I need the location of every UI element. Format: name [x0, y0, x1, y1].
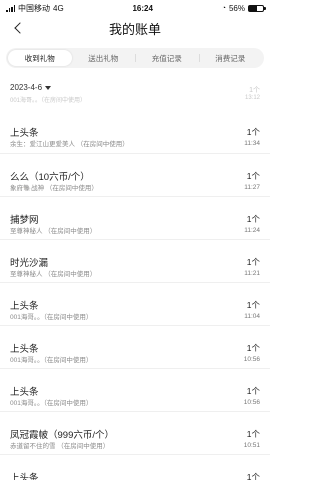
gift-sender: 001海哥。。（在房间中使用） [10, 357, 93, 364]
gift-time: 10:56 [243, 399, 260, 406]
record-list: 上头条 余生：爱江山更爱美人 （在房间中使用） 1个 11:34 么么（10六币… [0, 110, 270, 480]
battery-percent: 56% [228, 3, 245, 13]
alarm-icon: ◔ [221, 4, 226, 12]
gift-time: 11:27 [244, 184, 260, 191]
caret-down-icon [45, 85, 52, 90]
gift-count: 1个 [246, 343, 260, 353]
tab-recharge-records[interactable]: 充值记录 [135, 50, 199, 66]
gift-count: 1个 [246, 300, 260, 310]
gift-time: 11:21 [244, 270, 260, 277]
battery-icon [247, 4, 266, 12]
gift-time: 10:56 [243, 356, 260, 363]
gift-count: 1个 [246, 214, 260, 224]
record-row: 捕梦网 至尊神秘人 （在房间中使用） 1个 11:24 [0, 196, 270, 239]
gift-count: 1个 [246, 257, 260, 267]
chevron-left-icon [14, 22, 26, 34]
gift-name: 上头条 [10, 473, 39, 480]
gift-count: 1个 [246, 127, 260, 137]
record-row: 上头条 001海哥。。（在房间中使用） 1个 10:56 [0, 325, 270, 368]
carrier-label: 中国移动 [18, 3, 50, 13]
gift-count: 1个 [246, 171, 260, 181]
gift-count: 1个 [246, 386, 260, 396]
clock: 16:24 [132, 3, 153, 13]
gift-name: 上头条 [10, 301, 39, 312]
ghost-record-sub: 001海哥。。（在房间中使用） [10, 98, 87, 104]
tab-sent-gifts[interactable]: 送出礼物 [72, 50, 136, 66]
gift-name: 时光沙漏 [10, 258, 49, 269]
date-picker-label: 2023-4-6 [10, 83, 43, 92]
record-row: 上头条 001海哥。。（在房间中使用） 1个 10:56 [0, 368, 270, 411]
record-row: 上头条 余生：爱江山更爱美人 （在房间中使用） 1个 11:34 [0, 110, 270, 153]
status-right: ◔ 56% [221, 3, 266, 13]
gift-name: 上头条 [10, 128, 39, 139]
signal-icon [6, 5, 15, 12]
gift-name: 上头条 [10, 344, 39, 355]
gift-sender: 象府🐘战神 （在房间中使用） [10, 185, 98, 192]
record-row: 时光沙漏 至尊神秘人 （在房间中使用） 1个 11:21 [0, 239, 270, 282]
ghost-record-time: 13:12 [244, 95, 260, 101]
record-row: 么么（10六币/个） 象府🐘战神 （在房间中使用） 1个 11:27 [0, 153, 270, 196]
page-title: 我的账单 [108, 21, 161, 37]
record-row: 上头条 1个 [0, 454, 270, 480]
gift-sender: 至尊神秘人 （在房间中使用） [10, 228, 97, 235]
gift-count: 1个 [246, 472, 260, 480]
status-bar: 中国移动 4G 16:24 ◔ 56% [0, 0, 270, 16]
gift-name: 捕梦网 [10, 215, 39, 226]
gift-time: 11:24 [244, 227, 260, 234]
gift-sender: 余生：爱江山更爱美人 （在房间中使用） [10, 141, 129, 148]
battery-fill [248, 5, 257, 11]
gift-time: 10:51 [243, 442, 260, 449]
gift-sender: 001海哥。。（在房间中使用） [10, 400, 93, 407]
gift-sender: 至尊神秘人 （在房间中使用） [10, 271, 97, 278]
date-filter-row: 001海哥。。（在房间中使用） 1个 13:12 2023-4-6 [0, 80, 270, 104]
record-row: 上头条 001海哥。。（在房间中使用） 1个 11:04 [0, 282, 270, 325]
ghost-record-count: 1个 [249, 87, 260, 94]
tab-received-gifts[interactable]: 收到礼物 [8, 50, 72, 66]
gift-name: 凤冠霞帔（999六币/个） [10, 430, 114, 441]
tab-bar: 收到礼物 送出礼物 充值记录 消费记录 [6, 48, 264, 68]
gift-name: 上头条 [10, 387, 39, 398]
tab-consumption-records[interactable]: 消费记录 [198, 50, 263, 66]
record-row: 凤冠霞帔（999六币/个） 赤道留不住的雪 （在房间中使用） 1个 10:51 [0, 411, 270, 454]
date-picker[interactable]: 2023-4-6 [10, 83, 52, 92]
gift-name: 么么（10六币/个） [10, 172, 90, 183]
gift-sender: 赤道留不住的雪 （在房间中使用） [10, 443, 110, 450]
status-left: 中国移动 4G [6, 3, 64, 14]
network-label: 4G [53, 3, 64, 13]
gift-count: 1个 [246, 429, 260, 439]
gift-time: 11:04 [244, 313, 260, 320]
gift-sender: 001海哥。。（在房间中使用） [10, 314, 93, 321]
nav-bar: 我的账单 [0, 16, 270, 40]
back-button[interactable] [10, 20, 26, 36]
gift-time: 11:34 [244, 140, 260, 147]
